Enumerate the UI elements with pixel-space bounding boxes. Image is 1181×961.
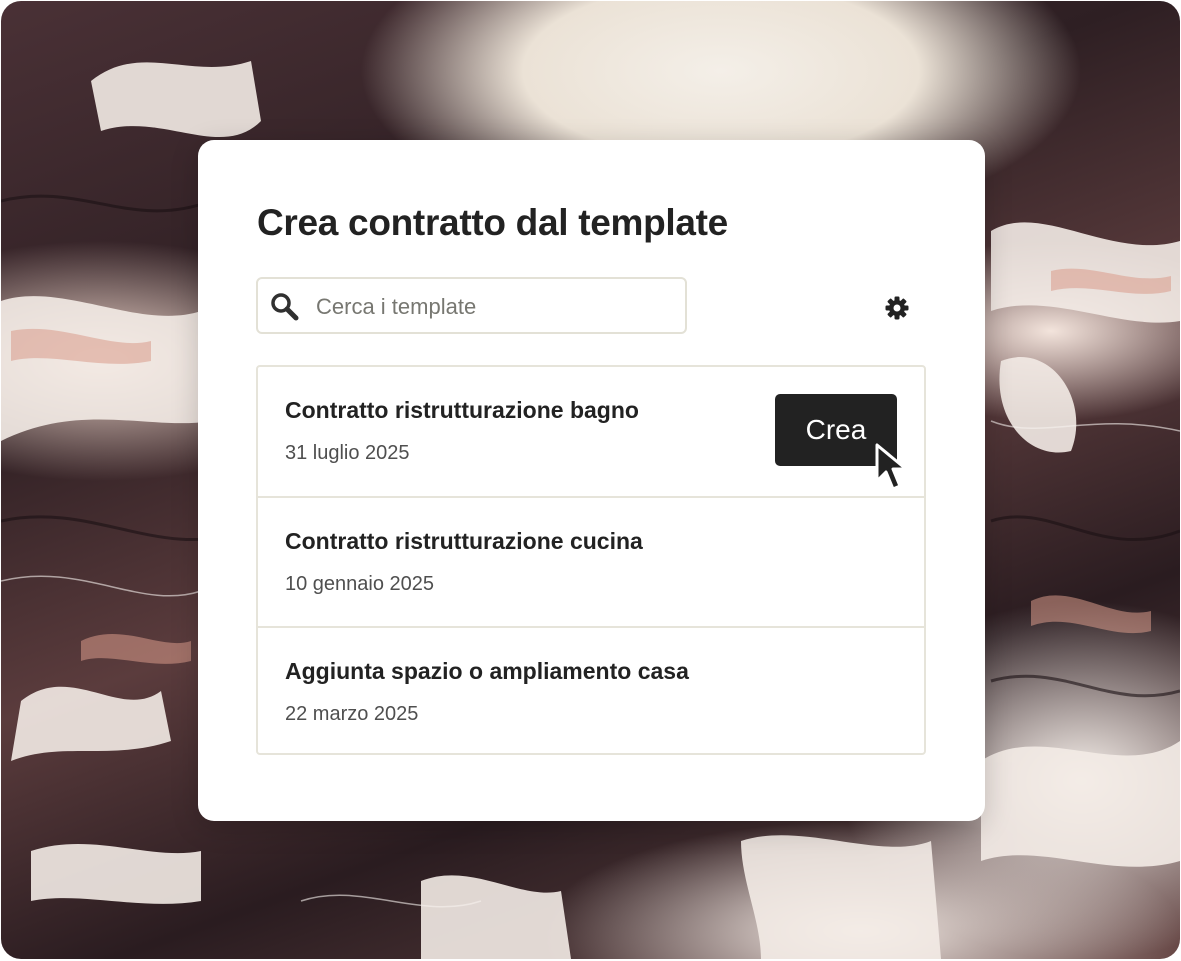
dialog-title: Crea contratto dal template xyxy=(257,202,728,243)
gear-icon[interactable] xyxy=(884,295,910,321)
template-date: 10 gennaio 2025 xyxy=(285,573,435,595)
template-name: Aggiunta spazio o ampliamento casa xyxy=(285,658,689,684)
template-list: Contratto ristrutturazione bagno 31 lugl… xyxy=(256,365,926,755)
template-name: Contratto ristrutturazione bagno xyxy=(285,397,639,423)
create-contract-dialog: Crea contratto dal template Contratto ri… xyxy=(198,140,985,821)
template-list-item[interactable]: Aggiunta spazio o ampliamento casa 22 ma… xyxy=(258,626,924,757)
mouse-pointer-icon xyxy=(875,443,908,491)
template-list-item[interactable]: Contratto ristrutturazione cucina 10 gen… xyxy=(258,496,924,627)
template-date: 31 luglio 2025 xyxy=(285,442,410,464)
search-input[interactable] xyxy=(314,289,678,325)
search-icon xyxy=(269,291,301,323)
template-date: 22 marzo 2025 xyxy=(285,703,419,725)
search-box[interactable] xyxy=(256,277,687,334)
template-list-item[interactable]: Contratto ristrutturazione bagno 31 lugl… xyxy=(258,367,924,496)
template-name: Contratto ristrutturazione cucina xyxy=(285,528,643,554)
